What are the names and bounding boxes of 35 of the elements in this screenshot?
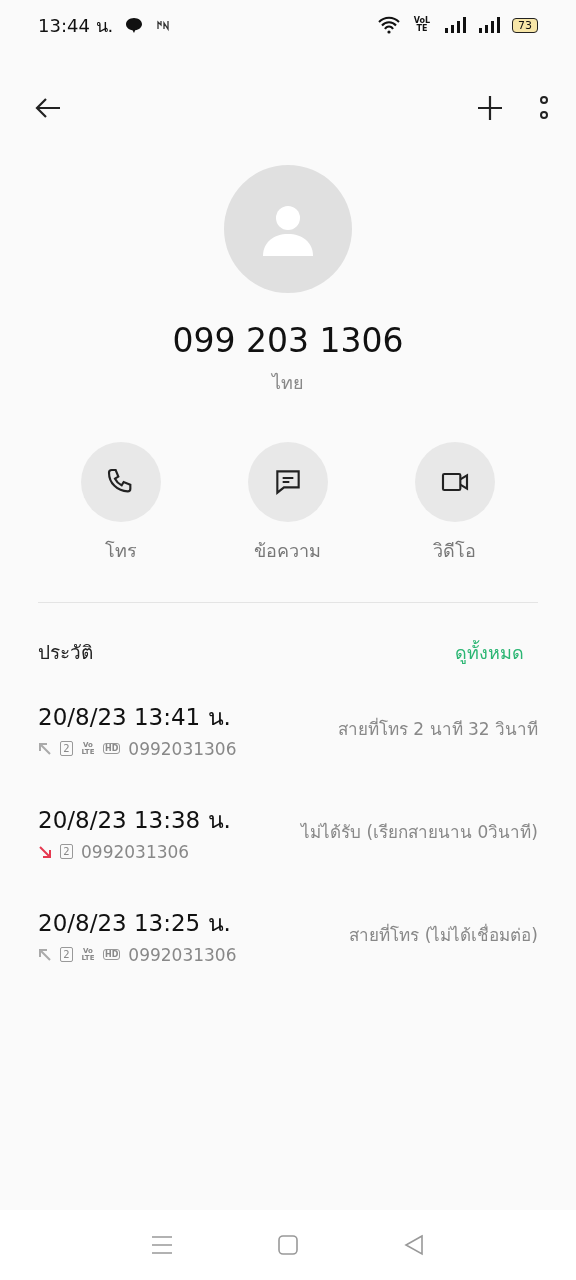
status-time: 13:44 น.	[38, 13, 114, 38]
contact-action-button[interactable]: ข้อความ	[204, 441, 372, 566]
missed-call-arrow-icon	[38, 844, 52, 859]
back-nav-button[interactable]	[403, 1234, 425, 1256]
call-number: 0992031306	[128, 944, 237, 965]
sim-badge: 2	[60, 947, 73, 962]
number-location: ไทย	[270, 371, 305, 395]
wifi-icon	[378, 16, 400, 34]
call-detail: สายที่โทร 2 นาที 32 วินาที	[337, 716, 538, 741]
phone-number: 099 203 1306	[171, 321, 405, 360]
call-number: 0992031306	[128, 738, 237, 759]
add-button[interactable]	[476, 93, 504, 122]
outgoing-call-arrow-icon	[38, 741, 52, 756]
chat-bubble-icon	[125, 16, 144, 34]
call-datetime: 20/8/23 13:38 น.	[38, 805, 231, 835]
battery-level: 73	[512, 17, 538, 33]
sim-badge: 2	[60, 844, 73, 859]
contact-action-button[interactable]: โทร	[38, 441, 205, 566]
hd-badge: HD	[103, 949, 121, 960]
see-all-link[interactable]: ดูทั้งหมด	[455, 637, 524, 667]
call-number: 0992031306	[81, 841, 190, 862]
call-detail: ไม่ได้รับ (เรียกสายนาน 0วินาที)	[301, 821, 538, 844]
hd-badge: HD	[103, 743, 121, 754]
call-detail: สายที่โทร (ไม่ได้เชื่อมต่อ)	[349, 922, 538, 947]
history-title: ประวัติ	[38, 640, 93, 665]
call-datetime: 20/8/23 13:25 น.	[38, 908, 232, 938]
contact-action-button[interactable]: วิดีโอ	[371, 441, 538, 566]
home-button[interactable]	[277, 1234, 299, 1256]
signal-icon	[478, 17, 500, 33]
signal-icon	[444, 17, 466, 33]
volte-label: VoLTE	[412, 17, 432, 33]
call-datetime: 20/8/23 13:41 น.	[38, 702, 232, 732]
outgoing-call-arrow-icon	[38, 947, 52, 962]
back-button[interactable]	[34, 95, 62, 120]
sim-badge: 2	[60, 741, 73, 756]
